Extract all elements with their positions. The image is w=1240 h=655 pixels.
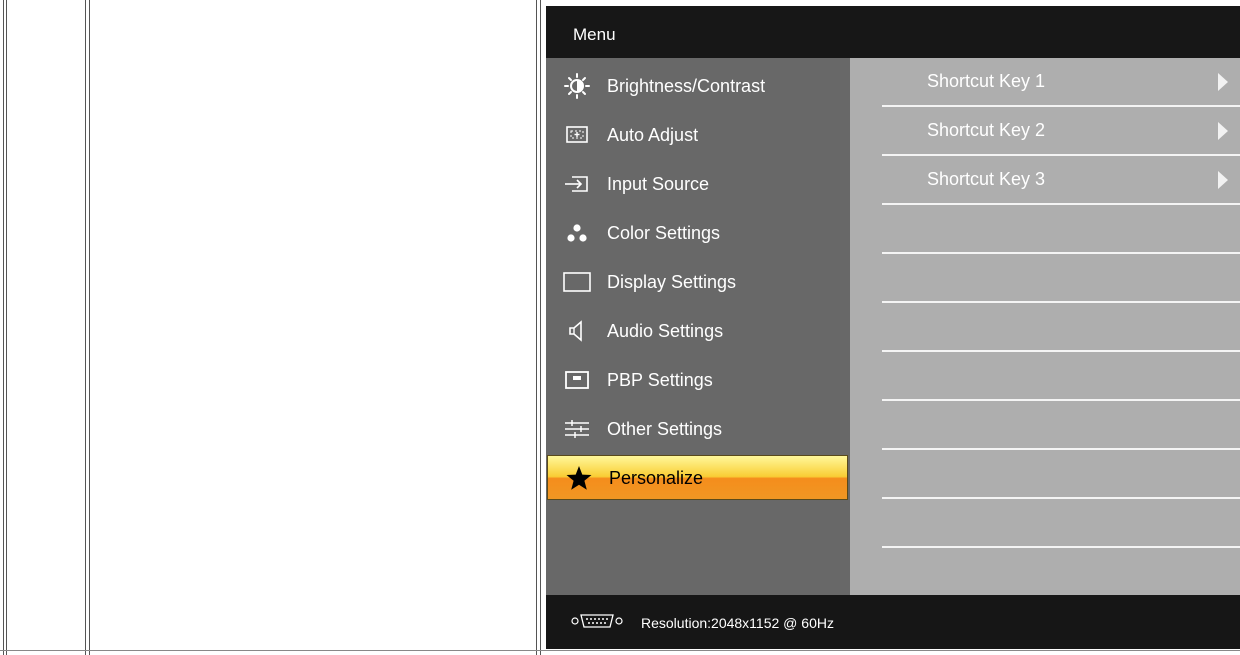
osd-title: Menu: [573, 25, 616, 44]
menu-item-label: Other Settings: [607, 419, 723, 439]
menu-item-label: Color Settings: [607, 223, 721, 243]
menu-item-label: PBP Settings: [607, 370, 713, 390]
submenu-item-shortcut-key-3[interactable]: Shortcut Key 3: [882, 156, 1240, 205]
menu-item-input-source[interactable]: Input Source: [546, 160, 850, 209]
osd-header: Menu: [546, 6, 1240, 58]
sliders-icon: [562, 416, 592, 442]
vga-connector-icon: [570, 612, 624, 633]
submenu-item-label: Shortcut Key 2: [927, 120, 1046, 140]
table-divider-1b: [89, 0, 90, 655]
star-icon: [564, 465, 594, 491]
submenu-row-empty: [882, 254, 1240, 303]
submenu-row-empty: [882, 352, 1240, 401]
menu-item-auto-adjust[interactable]: Auto Adjust: [546, 111, 850, 160]
osd-main-menu: Brightness/Contrast Auto Adjust Input So…: [546, 58, 850, 595]
monitor-osd: Menu Brightness/Contrast Auto Adjust Inp…: [546, 6, 1240, 649]
submenu-row-empty: [882, 499, 1240, 548]
submenu-row-empty: [882, 401, 1240, 450]
table-border-left: [3, 0, 4, 655]
resolution-status: Resolution:2048x1152 @ 60Hz: [641, 615, 834, 631]
submenu-item-label: Shortcut Key 3: [927, 169, 1046, 189]
osd-submenu: Shortcut Key 1 Shortcut Key 2 Shortcut K…: [850, 58, 1240, 597]
submenu-row-empty: [882, 303, 1240, 352]
menu-item-label: Input Source: [607, 174, 710, 194]
menu-item-color-settings[interactable]: Color Settings: [546, 209, 850, 258]
table-divider-2: [536, 0, 537, 655]
arrow-right-icon: [1218, 122, 1228, 140]
menu-item-audio-settings[interactable]: Audio Settings: [546, 307, 850, 356]
menu-item-label: Display Settings: [607, 272, 737, 292]
table-divider-1: [85, 0, 86, 655]
menu-item-personalize[interactable]: Personalize: [547, 455, 848, 500]
arrow-right-icon: [1218, 73, 1228, 91]
menu-item-label: Auto Adjust: [607, 125, 699, 145]
table-border-bottom: [0, 650, 1240, 651]
menu-item-pbp-settings[interactable]: PBP Settings: [546, 356, 850, 405]
display-settings-icon: [562, 269, 592, 295]
menu-item-label: Personalize: [609, 468, 704, 488]
table-border-left-inner: [6, 0, 7, 655]
submenu-row-empty: [882, 450, 1240, 499]
input-source-icon: [562, 171, 592, 197]
menu-item-brightness-contrast[interactable]: Brightness/Contrast: [546, 62, 850, 111]
menu-item-label: Brightness/Contrast: [607, 76, 766, 96]
pbp-icon: [562, 367, 592, 393]
color-settings-icon: [562, 220, 592, 246]
speaker-icon: [562, 318, 592, 344]
arrow-right-icon: [1218, 171, 1228, 189]
submenu-item-label: Shortcut Key 1: [927, 71, 1046, 91]
submenu-row-empty: [882, 548, 1240, 597]
table-divider-2b: [540, 0, 541, 655]
osd-footer: Resolution:2048x1152 @ 60Hz: [546, 595, 1240, 649]
menu-item-display-settings[interactable]: Display Settings: [546, 258, 850, 307]
brightness-icon: [562, 73, 592, 99]
menu-item-other-settings[interactable]: Other Settings: [546, 405, 850, 454]
menu-item-label: Audio Settings: [607, 321, 724, 341]
submenu-row-empty: [882, 205, 1240, 254]
auto-adjust-icon: [562, 122, 592, 148]
submenu-item-shortcut-key-1[interactable]: Shortcut Key 1: [882, 58, 1240, 107]
submenu-item-shortcut-key-2[interactable]: Shortcut Key 2: [882, 107, 1240, 156]
